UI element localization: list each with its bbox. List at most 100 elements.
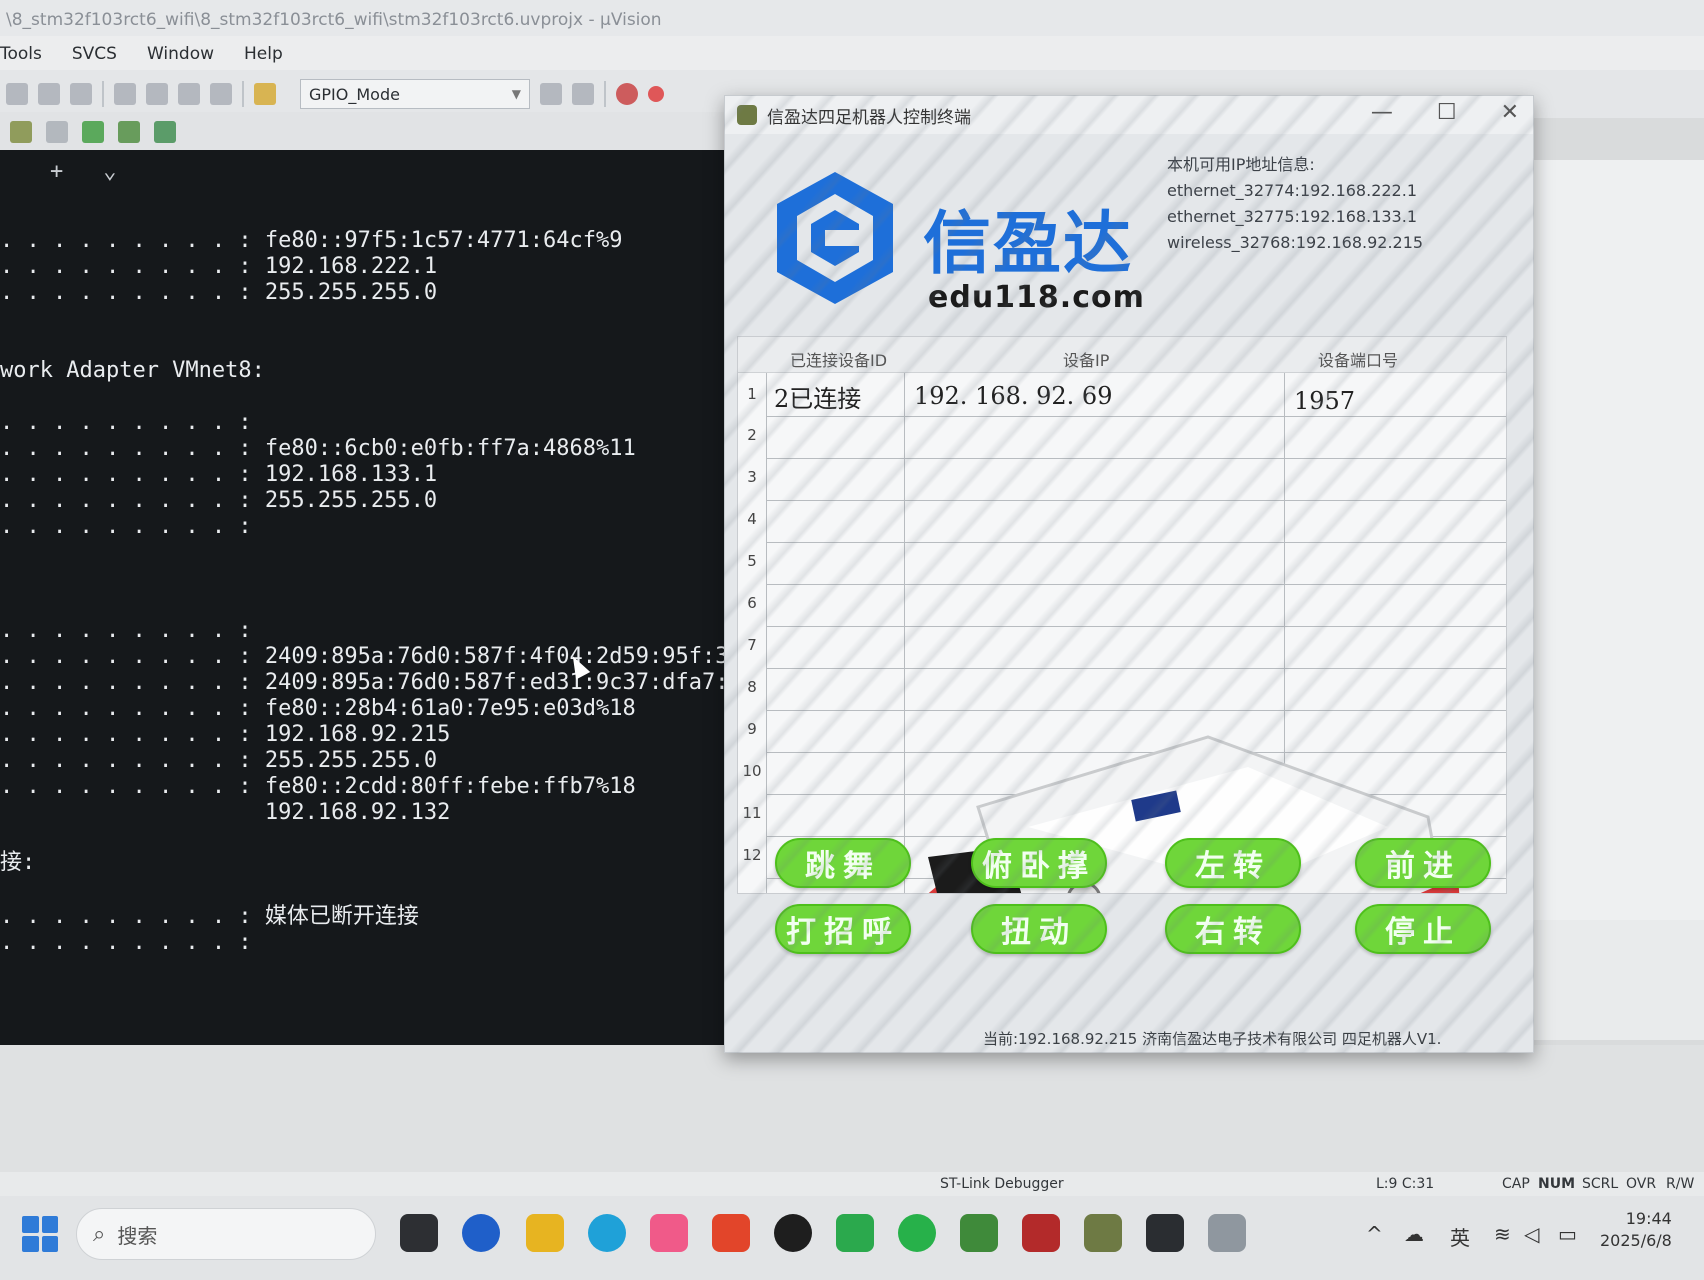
maximize-button[interactable]: ☐ xyxy=(1437,100,1457,125)
robot-control-window: 信盈达四足机器人控制终端 — ☐ ✕ 信盈达 edu118.com 本机可用IP… xyxy=(724,95,1534,1053)
task-view-icon[interactable] xyxy=(400,1214,438,1252)
menu-svcs[interactable]: SVCS xyxy=(72,44,117,70)
batch-build-icon[interactable] xyxy=(70,83,92,105)
ip-info-panel: 本机可用IP地址信息: ethernet_32774:192.168.222.1… xyxy=(1167,152,1423,256)
column-header-device-id[interactable]: 已连接设备ID xyxy=(790,347,887,371)
taskbar: ⌕ 搜索 ^ ☁ 英 ≋ ◁ ▭ 19:44 2025/6/8 xyxy=(0,1196,1704,1280)
tray-update-icon[interactable]: ☁ xyxy=(1404,1222,1424,1246)
minimize-button[interactable]: — xyxy=(1371,100,1393,125)
rebuild-icon[interactable] xyxy=(38,83,60,105)
uvision-icon[interactable] xyxy=(960,1214,998,1252)
robot-control-app-icon[interactable] xyxy=(1084,1214,1122,1252)
build-icon[interactable] xyxy=(6,83,28,105)
comment-icon[interactable] xyxy=(178,83,200,105)
popup-titlebar[interactable]: 信盈达四足机器人控制终端 — ☐ ✕ xyxy=(725,96,1533,134)
tray-chevron-icon[interactable]: ^ xyxy=(1366,1222,1383,1246)
tool-app-icon[interactable] xyxy=(1208,1214,1246,1252)
terminal-line: . . . . . . . . . : fe80::6cb0:e0fb:ff7a… xyxy=(0,436,636,461)
pack-installer-icon[interactable] xyxy=(572,83,594,105)
terminal-line: . . . . . . . . . : 192.168.222.1 xyxy=(0,254,438,279)
layers-icon[interactable] xyxy=(46,121,68,143)
terminal-line: . . . . . . . . . : 媒体已断开连接 xyxy=(0,904,419,929)
debugger-status: ST-Link Debugger xyxy=(940,1176,1064,1192)
window-title: \8_stm32f103rct6_wifi\8_stm32f103rct6_wi… xyxy=(0,0,1704,40)
row-number: 5 xyxy=(747,552,757,570)
terminal-line: . . . . . . . . . : fe80::2cdd:80ff:febe… xyxy=(0,774,636,799)
rw-indicator: R/W xyxy=(1666,1176,1695,1192)
debug-start-icon[interactable] xyxy=(616,83,638,105)
start-button[interactable] xyxy=(22,1216,58,1252)
terminal-line: . . . . . . . . . : 192.168.92.215 xyxy=(0,722,451,747)
terminal-line: . . . . . . . . . : 2409:895a:76d0:587f:… xyxy=(0,644,742,669)
toolbar-separator xyxy=(604,81,606,107)
menu-tools[interactable]: Tools xyxy=(0,44,42,70)
ip-info-item: ethernet_32775:192.168.133.1 xyxy=(1167,207,1417,226)
manage-project-icon[interactable] xyxy=(540,83,562,105)
bilibili-icon[interactable] xyxy=(650,1214,688,1252)
background-build-output xyxy=(0,1045,1704,1175)
brand-logo: 信盈达 edu118.com xyxy=(773,168,1144,328)
unindent-icon[interactable] xyxy=(146,83,168,105)
terminal-line: . . . . . . . . . : 255.255.255.0 xyxy=(0,748,438,773)
row-divider xyxy=(766,458,1506,459)
greet-button[interactable]: 打招呼 xyxy=(775,904,911,954)
row-divider xyxy=(766,668,1506,669)
turn-right-button[interactable]: 右转 xyxy=(1165,904,1301,954)
target-select[interactable]: GPIO_Mode ▼ xyxy=(300,79,530,109)
uncomment-icon[interactable] xyxy=(210,83,232,105)
column-header-device-ip[interactable]: 设备IP xyxy=(1063,347,1109,371)
row-number: 1 xyxy=(747,385,757,403)
wifi-icon[interactable]: ≋ xyxy=(1494,1222,1511,1246)
shapes-icon[interactable] xyxy=(118,121,140,143)
load-icon[interactable] xyxy=(10,121,32,143)
file-explorer-icon[interactable] xyxy=(526,1214,564,1252)
row-number: 6 xyxy=(747,594,757,612)
components-icon[interactable] xyxy=(154,121,176,143)
menu-window[interactable]: Window xyxy=(147,44,214,70)
breakpoint-icon[interactable] xyxy=(648,86,664,102)
taskbar-search[interactable]: ⌕ 搜索 xyxy=(76,1208,376,1260)
taskbar-clock[interactable]: 19:44 2025/6/8 xyxy=(1600,1208,1672,1252)
terminal-tabbar: + ⌄ xyxy=(0,150,735,192)
twist-button[interactable]: 扭动 xyxy=(971,904,1107,954)
edge-icon[interactable] xyxy=(588,1214,626,1252)
mail-icon[interactable] xyxy=(836,1214,874,1252)
tab-dropdown-button[interactable]: ⌄ xyxy=(103,159,116,184)
battery-icon[interactable]: ▭ xyxy=(1558,1222,1577,1246)
background-editor-pane xyxy=(1510,160,1704,920)
device-table[interactable]: 已连接设备ID 设备IP 设备端口号 1 2 3 4 5 6 7 8 9 10 … xyxy=(737,336,1507,894)
close-button[interactable]: ✕ xyxy=(1501,100,1519,125)
terminal-line: 192.168.92.132 xyxy=(0,800,451,825)
wechat-icon[interactable] xyxy=(898,1214,936,1252)
target-options-icon[interactable] xyxy=(254,83,276,105)
browser-icon[interactable] xyxy=(462,1214,500,1252)
atk-xcom-icon[interactable] xyxy=(1022,1214,1060,1252)
pushup-button[interactable]: 俯卧撑 xyxy=(971,838,1107,888)
terminal-app-icon[interactable] xyxy=(1146,1214,1184,1252)
github-icon[interactable] xyxy=(774,1214,812,1252)
terminal-window[interactable]: + ⌄ . . . . . . . . . : fe80::97f5:1c57:… xyxy=(0,150,742,1045)
row-number: 8 xyxy=(747,678,757,696)
cell-device-ip[interactable]: 192. 168. 92. 69 xyxy=(914,382,1112,410)
row-divider xyxy=(766,500,1506,501)
ime-indicator[interactable]: 英 xyxy=(1450,1222,1470,1251)
new-tab-button[interactable]: + xyxy=(50,159,63,184)
row-number: 12 xyxy=(742,846,762,864)
stop-button[interactable]: 停止 xyxy=(1355,904,1491,954)
terminal-line: . . . . . . . . . : 255.255.255.0 xyxy=(0,280,438,305)
cell-device-port[interactable]: 1957 xyxy=(1294,387,1355,415)
target-select-value: GPIO_Mode xyxy=(309,84,400,104)
scroll-indicator: SCRL xyxy=(1582,1176,1619,1192)
menu-help[interactable]: Help xyxy=(244,44,283,70)
column-header-device-port[interactable]: 设备端口号 xyxy=(1318,347,1398,371)
code-editor-icon[interactable] xyxy=(712,1214,750,1252)
terminal-line: . . . . . . . . . : 255.255.255.0 xyxy=(0,488,438,513)
diamond-icon[interactable] xyxy=(82,121,104,143)
indent-icon[interactable] xyxy=(114,83,136,105)
dance-button[interactable]: 跳舞 xyxy=(775,838,911,888)
forward-button[interactable]: 前进 xyxy=(1355,838,1491,888)
turn-left-button[interactable]: 左转 xyxy=(1165,838,1301,888)
volume-icon[interactable]: ◁ xyxy=(1524,1222,1539,1246)
terminal-line: work Adapter VMnet8: xyxy=(0,358,265,383)
cell-device-id[interactable]: 2已连接 xyxy=(774,379,861,414)
